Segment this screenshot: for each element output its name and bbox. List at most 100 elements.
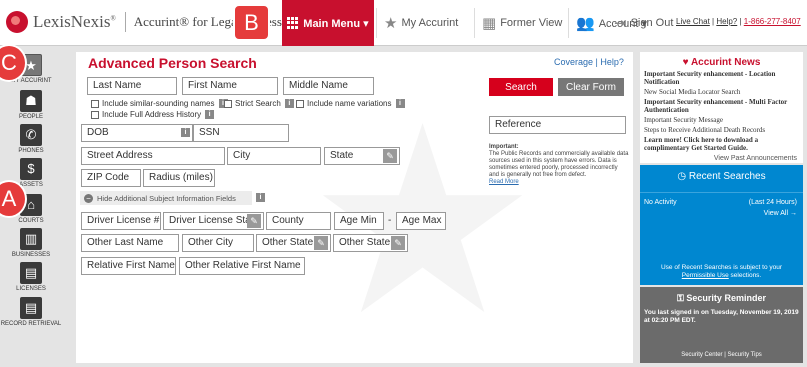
brand-divider (124, 12, 126, 32)
view-past-announcements-link[interactable]: View Past Announcements (640, 155, 803, 162)
sidebar-item-record-retrieval[interactable]: ▤ RECORD RETRIEVAL (0, 297, 62, 328)
coverage-link[interactable]: Coverage (554, 57, 593, 67)
license-icon: ▤ (20, 262, 42, 284)
middle-name-field[interactable]: Middle Name (283, 77, 374, 95)
permissible-use-link[interactable]: Permissible Use (682, 272, 729, 279)
former-view-nav[interactable]: ▦ Former View (482, 0, 562, 46)
heart-logo-icon: ♥ (682, 57, 689, 68)
important-text: The Public Records and commercially avai… (489, 151, 629, 178)
search-button[interactable]: Search (489, 78, 553, 96)
security-links[interactable]: Security Center | Security Tips (640, 352, 803, 358)
news-title: ♥ Accurint News (682, 57, 761, 68)
news-item[interactable]: Important Security Message (640, 116, 803, 124)
relative-first-name-field[interactable]: Relative First Name (81, 257, 176, 275)
sign-out-nav[interactable]: ⇥ Sign Out (614, 0, 673, 46)
full-address-label: Include Full Address History (102, 110, 202, 119)
recent-searches-title: ◷ Recent Searches (677, 171, 766, 182)
important-title: Important: (489, 144, 519, 150)
other-state-select-2[interactable]: Other State (333, 234, 408, 252)
other-relative-first-name-field[interactable]: Other Relative First Name (179, 257, 305, 275)
panel-links: Coverage | Help? (554, 57, 624, 67)
similar-names-checkbox[interactable] (91, 99, 99, 108)
sidebar-item-label: LICENSES (16, 286, 46, 292)
news-item[interactable]: New Social Media Locator Search (640, 88, 803, 96)
sidebar-item-label: RECORD RETRIEVAL (0, 321, 62, 327)
sign-out-label: Sign Out (630, 17, 674, 29)
other-state-select-1[interactable]: Other State (256, 234, 331, 252)
other-city-field[interactable]: Other City (182, 234, 254, 252)
sidebar-item-phones[interactable]: ✆ PHONES (0, 124, 62, 155)
users-icon: 👥 (576, 15, 595, 32)
reference-field[interactable]: Reference (489, 116, 626, 134)
info-icon[interactable]: i (205, 110, 215, 119)
first-name-field[interactable]: First Name (182, 77, 278, 95)
nav-divider (568, 8, 569, 38)
recent-searches-note: Use of Recent Searches is subject to you… (660, 264, 783, 279)
main-menu-button[interactable]: Main Menu ▾ (282, 0, 374, 46)
recent-period: (Last 24 Hours) (748, 199, 797, 206)
news-item[interactable]: Important Security enhancement - Multi F… (640, 98, 803, 114)
sign-out-icon: ⇥ (614, 15, 627, 32)
ssn-field[interactable]: SSN (193, 124, 289, 142)
no-activity-text: No Activity (644, 199, 677, 206)
page-title: Advanced Person Search (88, 55, 257, 71)
name-variations-option[interactable]: Include name variations i (296, 99, 405, 108)
nav-divider (376, 8, 377, 38)
grid-menu-icon (287, 17, 299, 29)
full-address-option[interactable]: Include Full Address History i (91, 110, 215, 119)
news-item[interactable]: Important Security enhancement - Locatio… (640, 70, 803, 86)
driver-license-number-field[interactable]: Driver License # (81, 212, 161, 230)
security-reminder-panel: ⚿ Security Reminder You last signed in o… (640, 287, 803, 363)
calendar-icon: ▦ (482, 15, 497, 32)
sidebar-item-licenses[interactable]: ▤ LICENSES (0, 262, 62, 293)
clock-icon: ◷ (677, 171, 687, 182)
last-name-field[interactable]: Last Name (87, 77, 177, 95)
security-reminder-title: ⚿ Security Reminder (677, 293, 766, 303)
strict-search-checkbox[interactable] (224, 99, 232, 108)
clear-form-button[interactable]: Clear Form (558, 78, 624, 96)
read-more-link[interactable]: Read More (489, 179, 519, 185)
info-icon[interactable]: i (284, 99, 294, 108)
phone-link[interactable]: 1-866-277-8407 (744, 17, 801, 26)
sidebar-item-label: PEOPLE (18, 114, 43, 120)
info-icon[interactable]: i (256, 193, 265, 202)
full-address-checkbox[interactable] (91, 110, 99, 119)
my-accurint-nav[interactable]: ★ My Accurint (384, 0, 458, 46)
news-item[interactable]: Learn more! Click here to download a com… (640, 136, 803, 152)
sidebar-item-label: COURTS (18, 218, 44, 224)
city-field[interactable]: City (227, 147, 321, 165)
dob-info-icon[interactable]: i (181, 128, 190, 137)
zip-code-field[interactable]: ZIP Code (81, 169, 141, 187)
sidebar-item-businesses[interactable]: ▥ BUSINESSES (0, 228, 62, 259)
callout-b-badge: B (233, 4, 270, 41)
info-icon[interactable]: i (395, 99, 405, 108)
age-max-field[interactable]: Age Max (396, 212, 446, 230)
sidebar-item-people[interactable]: ☗ PEOPLE (0, 90, 62, 121)
county-field[interactable]: County (266, 212, 331, 230)
dob-field[interactable]: DOB (81, 124, 193, 142)
hide-additional-fields-toggle[interactable]: − Hide Additional Subject Information Fi… (80, 191, 252, 205)
strict-search-option[interactable]: Strict Search i (224, 99, 294, 108)
top-bar: LexisNexis® Accurint® for Legal Professi… (0, 0, 807, 46)
other-last-name-field[interactable]: Other Last Name (81, 234, 179, 252)
street-address-field[interactable]: Street Address (81, 147, 225, 165)
toggle-label: Hide Additional Subject Information Fiel… (97, 193, 236, 203)
news-panel: ♥ Accurint News Important Security enhan… (640, 52, 803, 163)
age-min-field[interactable]: Age Min (334, 212, 384, 230)
news-item[interactable]: Steps to Receive Additional Death Record… (640, 126, 803, 134)
name-variations-checkbox[interactable] (296, 99, 304, 108)
help-link[interactable]: Help? (716, 17, 737, 26)
recent-searches-header: ◷ Recent Searches (640, 171, 803, 193)
view-all-link[interactable]: View All → (764, 210, 797, 217)
state-select[interactable]: State (324, 147, 400, 165)
sidebar-item-label: PHONES (18, 148, 44, 154)
dollar-icon: $ (20, 158, 42, 180)
driver-license-state-select[interactable]: Driver License State (163, 212, 264, 230)
utility-links: Live Chat | Help? | 1-866-277-8407 (676, 17, 801, 26)
panel-help-link[interactable]: Help? (600, 57, 624, 67)
star-icon: ★ (384, 15, 398, 32)
live-chat-link[interactable]: Live Chat (676, 17, 710, 26)
radius-field[interactable]: Radius (miles) (143, 169, 215, 187)
similar-names-option[interactable]: Include similar-sounding names i (91, 99, 228, 108)
last-sign-in-text: You last signed in on Tuesday, November … (644, 309, 799, 324)
